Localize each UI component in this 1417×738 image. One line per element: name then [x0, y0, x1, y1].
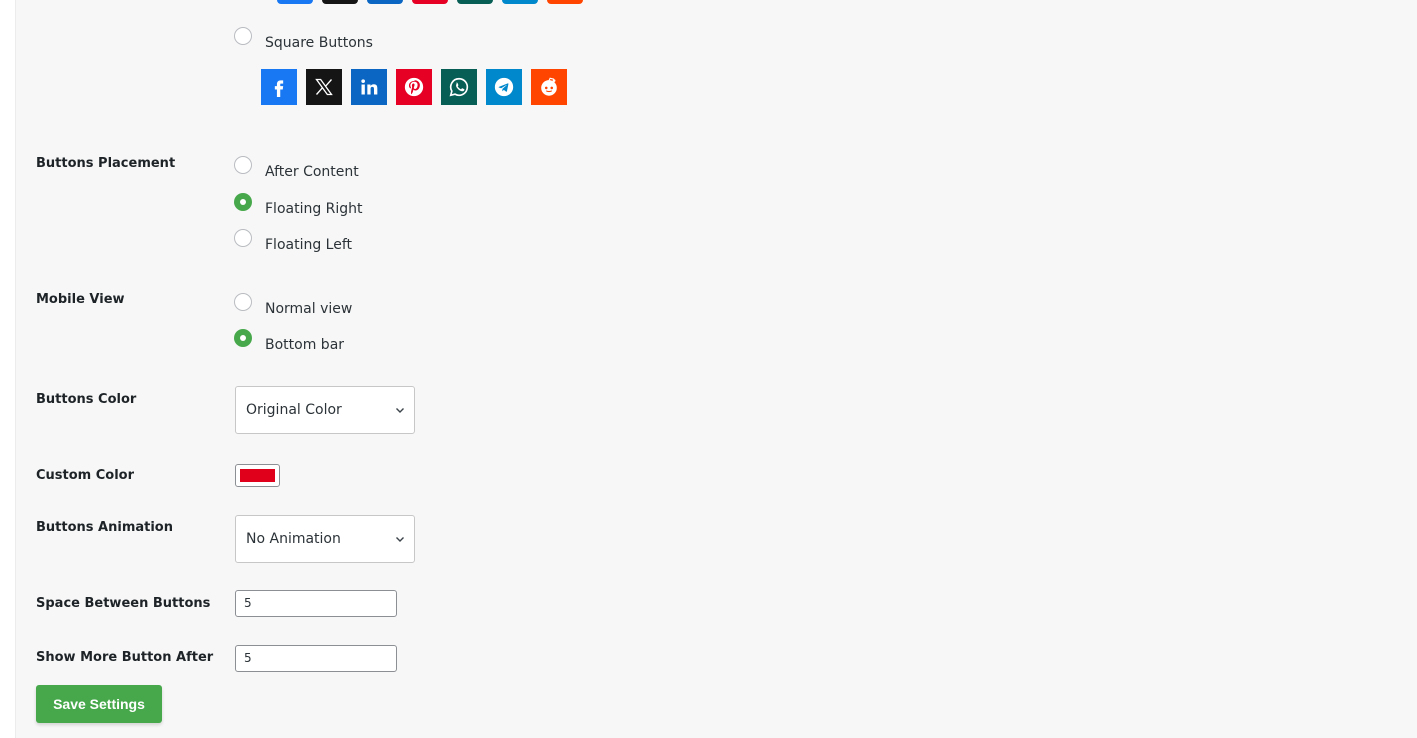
facebook-icon	[277, 0, 313, 4]
mobile-option-bottom-bar[interactable]: Bottom bar	[234, 329, 345, 353]
telegram-icon	[486, 69, 522, 105]
mobile-option-normal-view[interactable]: Normal view	[234, 293, 353, 317]
round-buttons-preview	[277, 0, 583, 4]
bottom-bar-radio[interactable]	[234, 329, 252, 347]
buttons-color-select[interactable]: Original Color	[235, 386, 415, 434]
custom-color-picker[interactable]	[235, 464, 280, 487]
show-more-after-input[interactable]: 5	[235, 645, 397, 672]
placement-option-floating-right[interactable]: Floating Right	[234, 193, 363, 217]
facebook-icon	[261, 69, 297, 105]
after-content-radio[interactable]	[234, 156, 252, 174]
pinterest-icon	[412, 0, 448, 4]
settings-panel	[15, 0, 1417, 738]
square-buttons-label: Square Buttons	[265, 35, 373, 51]
normal-view-radio[interactable]	[234, 293, 252, 311]
space-between-label: Space Between Buttons	[36, 596, 211, 611]
square-buttons-radio[interactable]	[234, 27, 252, 45]
buttons-animation-select[interactable]: No Animation	[235, 515, 415, 563]
normal-view-label: Normal view	[265, 301, 353, 317]
placement-option-after-content[interactable]: After Content	[234, 156, 359, 180]
placement-option-floating-left[interactable]: Floating Left	[234, 229, 353, 253]
x-icon	[322, 0, 358, 4]
floating-right-radio[interactable]	[234, 193, 252, 211]
pinterest-icon	[396, 69, 432, 105]
telegram-icon	[502, 0, 538, 4]
show-more-after-label: Show More Button After	[36, 650, 214, 665]
floating-left-radio[interactable]	[234, 229, 252, 247]
x-icon	[306, 69, 342, 105]
buttons-placement-label: Buttons Placement	[36, 156, 176, 171]
buttons-color-label: Buttons Color	[36, 392, 137, 407]
space-between-input[interactable]: 5	[235, 590, 397, 617]
mobile-view-label: Mobile View	[36, 292, 125, 307]
custom-color-label: Custom Color	[36, 468, 135, 483]
floating-right-label: Floating Right	[265, 201, 363, 217]
save-settings-button[interactable]: Save Settings	[36, 685, 162, 723]
whatsapp-icon	[441, 69, 477, 105]
floating-left-label: Floating Left	[265, 237, 353, 253]
square-buttons-preview	[261, 69, 567, 105]
reddit-icon	[531, 69, 567, 105]
custom-color-fill	[240, 469, 275, 482]
chevron-down-icon	[396, 408, 404, 413]
buttons-animation-label: Buttons Animation	[36, 520, 173, 535]
buttons-animation-value: No Animation	[246, 531, 341, 547]
bottom-bar-label: Bottom bar	[265, 337, 345, 353]
after-content-label: After Content	[265, 164, 359, 180]
chevron-down-icon	[396, 537, 404, 542]
linkedin-icon	[351, 69, 387, 105]
reddit-icon	[547, 0, 583, 4]
linkedin-icon	[367, 0, 403, 4]
whatsapp-icon	[457, 0, 493, 4]
square-buttons-option[interactable]: Square Buttons	[234, 27, 373, 51]
buttons-color-value: Original Color	[246, 402, 342, 418]
